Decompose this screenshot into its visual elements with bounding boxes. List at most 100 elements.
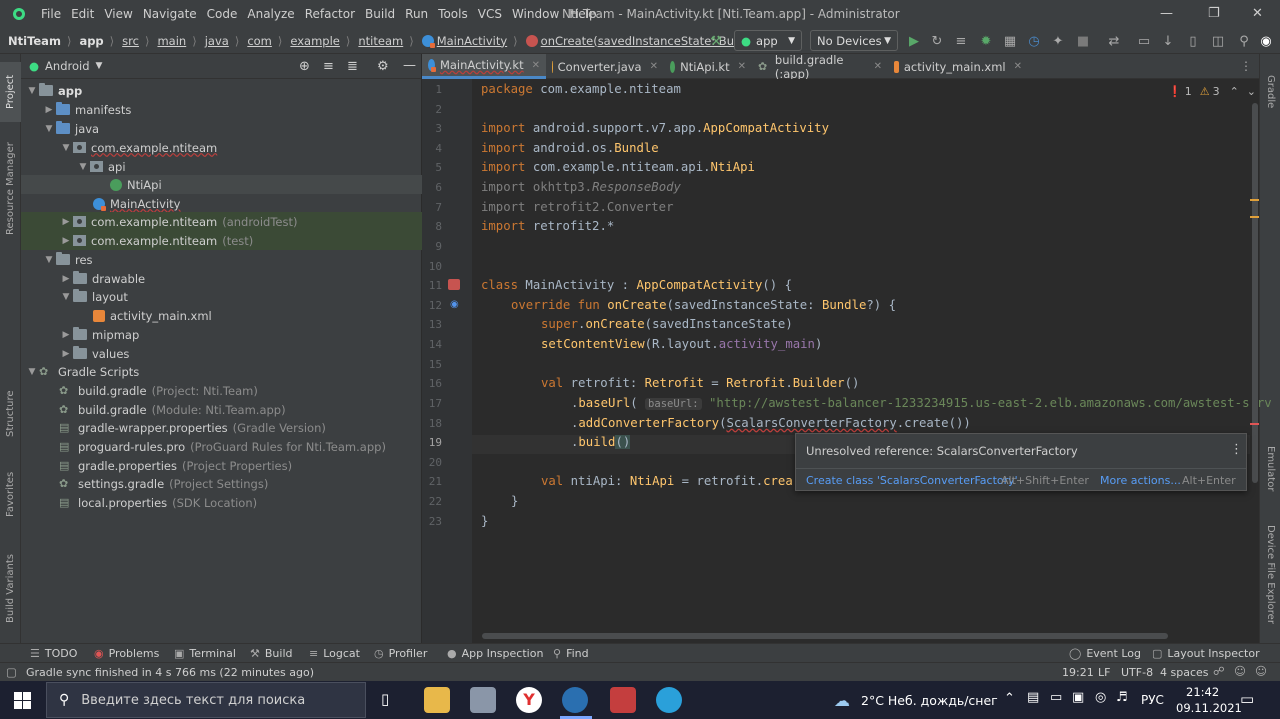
indent-setting[interactable]: 4 spaces xyxy=(1160,666,1209,679)
horizontal-scrollbar[interactable] xyxy=(482,633,1168,639)
chevron-down-icon[interactable]: ⌄ xyxy=(1247,85,1256,98)
weather-text[interactable]: 2°C Неб. дождь/снег xyxy=(861,693,998,708)
tool-event-log[interactable]: ◯ Event Log xyxy=(1069,647,1141,660)
tool-app-inspection[interactable]: ● App Inspection xyxy=(447,647,543,660)
volume-icon[interactable]: ♬ xyxy=(1116,690,1128,705)
scrollbar-thumb[interactable] xyxy=(1252,103,1258,483)
tab-build-gradle[interactable]: ✿ build.gradle (:app) ✕ xyxy=(752,53,888,81)
task-view-icon[interactable]: ▯ xyxy=(381,690,389,708)
language-indicator[interactable]: РУС xyxy=(1141,693,1164,707)
menu-refactor[interactable]: Refactor xyxy=(300,7,360,21)
inspector-face-icon[interactable]: ☺ xyxy=(1234,664,1246,678)
coverage-icon[interactable]: ▦ xyxy=(1000,31,1020,51)
menu-window[interactable]: Window xyxy=(507,7,564,21)
close-tab-icon[interactable]: ✕ xyxy=(738,61,746,72)
tool-logcat[interactable]: ≡ Logcat xyxy=(309,647,360,660)
menu-code[interactable]: Code xyxy=(202,7,243,21)
yandex-browser-icon[interactable]: Y xyxy=(516,687,542,713)
tab-mainactivity[interactable]: MainActivity.kt ✕ xyxy=(422,54,546,79)
breadcrumb-com[interactable]: com ⟩ xyxy=(239,34,282,48)
tool-profiler[interactable]: ◷ Profiler xyxy=(374,647,427,660)
close-tab-icon[interactable]: ✕ xyxy=(650,61,658,72)
tool-layout-inspector[interactable]: ▢ Layout Inspector xyxy=(1152,647,1260,660)
vertical-scrollbar[interactable] xyxy=(1250,103,1259,631)
tab-activity-main[interactable]: activity_main.xml ✕ xyxy=(888,54,1028,79)
attach-debugger-icon[interactable]: ✦ xyxy=(1048,31,1068,51)
tool-find[interactable]: ⚲ Find xyxy=(553,647,589,660)
more-icon[interactable]: ⋮ xyxy=(1230,442,1243,457)
tree-item-settings-gradle[interactable]: ✿ settings.gradle (Project Settings) xyxy=(21,474,422,493)
tool-resource-manager[interactable]: Resource Manager xyxy=(0,134,21,244)
tool-build-variants[interactable]: Build Variants xyxy=(0,549,21,629)
project-view-select[interactable]: Android xyxy=(45,59,89,73)
warning-marker[interactable] xyxy=(1250,199,1259,201)
tool-structure[interactable]: Structure xyxy=(0,384,21,444)
network-icon[interactable]: ▤ xyxy=(1027,690,1039,705)
avatar-icon[interactable]: ◉ xyxy=(1256,31,1276,51)
close-icon[interactable]: ✕ xyxy=(1252,6,1263,21)
more-actions-link[interactable]: More actions... xyxy=(1100,474,1181,487)
tree-item-gradle-properties[interactable]: ▤ gradle.properties (Project Properties) xyxy=(21,456,422,475)
menu-run[interactable]: Run xyxy=(400,7,433,21)
run-config-select[interactable]: ● app ▼ xyxy=(734,30,802,51)
tree-item-gradle-scripts[interactable]: ▼ ✿ Gradle Scripts xyxy=(21,362,422,381)
tree-item-package[interactable]: ▼ com.example.ntiteam xyxy=(21,138,422,157)
menu-view[interactable]: View xyxy=(99,7,137,21)
tool-favorites[interactable]: Favorites xyxy=(0,464,21,524)
tree-item-ntiapi[interactable]: NtiApi xyxy=(21,175,422,194)
menu-tools[interactable]: Tools xyxy=(433,7,473,21)
android-activity-gutter-icon[interactable] xyxy=(448,279,460,290)
close-tab-icon[interactable]: ✕ xyxy=(1014,61,1022,72)
hammer-icon[interactable]: ⚒ xyxy=(706,31,726,51)
tree-item-manifests[interactable]: ▶ manifests xyxy=(21,100,422,119)
tree-item-java[interactable]: ▼ java xyxy=(21,119,422,138)
tool-terminal[interactable]: ▣ Terminal xyxy=(174,647,236,660)
tree-item-layout[interactable]: ▼ layout xyxy=(21,287,422,306)
telegram-icon[interactable] xyxy=(656,687,682,713)
tree-item-gradle-wrapper[interactable]: ▤ gradle-wrapper.properties (Gradle Versio… xyxy=(21,418,422,437)
breadcrumb-app[interactable]: app ⟩ xyxy=(71,34,114,48)
apply-changes-icon[interactable]: ↻ xyxy=(927,31,947,51)
breadcrumb-project[interactable]: NtiTeam ⟩ xyxy=(0,34,71,48)
warning-marker[interactable] xyxy=(1250,216,1259,218)
tree-item-proguard[interactable]: ▤ proguard-rules.pro (ProGuard Rules for N… xyxy=(21,437,422,456)
menu-edit[interactable]: Edit xyxy=(66,7,99,21)
notifications-icon[interactable]: ☺ xyxy=(1255,664,1267,678)
archiver-icon[interactable] xyxy=(610,687,636,713)
tool-todo[interactable]: ☰ TODO xyxy=(30,647,77,660)
tree-item-build-gradle-project[interactable]: ✿ build.gradle (Project: Nti.Team) xyxy=(21,381,422,400)
device-select[interactable]: No Devices ▼ xyxy=(810,30,898,51)
file-explorer-icon[interactable] xyxy=(424,687,450,713)
caret-position[interactable]: 19:21 xyxy=(1062,666,1094,679)
chevron-up-icon[interactable]: ⌃ xyxy=(1230,85,1239,98)
close-tab-icon[interactable]: ✕ xyxy=(532,60,540,71)
structure-icon[interactable]: ◫ xyxy=(1208,31,1228,51)
gear-icon[interactable]: ⚙ xyxy=(377,59,389,74)
tool-device-file-explorer[interactable]: Device File Explorer xyxy=(1260,519,1280,629)
breadcrumb-src[interactable]: src ⟩ xyxy=(114,34,149,48)
tool-gradle[interactable]: Gradle xyxy=(1260,62,1280,122)
tab-converter[interactable]: Converter.java ✕ xyxy=(546,54,664,79)
tree-item-test[interactable]: ▶ com.example.ntiteam (test) xyxy=(21,231,422,250)
taskbar-search-box[interactable]: ⚲ Введите здесь текст для поиска xyxy=(46,682,366,718)
tree-item-build-gradle-module[interactable]: ✿ build.gradle (Module: Nti.Team.app) xyxy=(21,400,422,419)
tree-item-res[interactable]: ▼ res xyxy=(21,250,422,269)
debug-icon[interactable]: ✹ xyxy=(976,31,996,51)
sdk-manager-icon[interactable]: ↓ xyxy=(1158,31,1178,51)
breadcrumb-main[interactable]: main ⟩ xyxy=(149,34,196,48)
tool-problems[interactable]: ◉ Problems xyxy=(94,647,159,660)
search-icon[interactable]: ⚲ xyxy=(1234,31,1254,51)
file-encoding[interactable]: UTF-8 xyxy=(1121,666,1153,679)
menu-vcs[interactable]: VCS xyxy=(473,7,507,21)
tool-emulator[interactable]: Emulator xyxy=(1260,439,1280,499)
status-message[interactable]: Gradle sync finished in 4 s 766 ms (22 m… xyxy=(26,666,314,679)
avd-manager-icon[interactable]: ▭ xyxy=(1134,31,1154,51)
drive-icon[interactable]: ▣ xyxy=(1072,690,1084,705)
run-icon[interactable]: ▶ xyxy=(904,31,924,51)
tool-build[interactable]: ⚒ Build xyxy=(250,647,293,660)
notification-center-icon[interactable]: ▭ xyxy=(1240,690,1254,708)
collapse-all-icon[interactable]: ≣ xyxy=(347,59,358,74)
tree-item-values[interactable]: ▶ values xyxy=(21,344,422,363)
breadcrumb-ntiteam[interactable]: ntiteam ⟩ xyxy=(350,34,413,48)
tree-item-android-test[interactable]: ▶ com.example.ntiteam (androidTest) xyxy=(21,212,422,231)
